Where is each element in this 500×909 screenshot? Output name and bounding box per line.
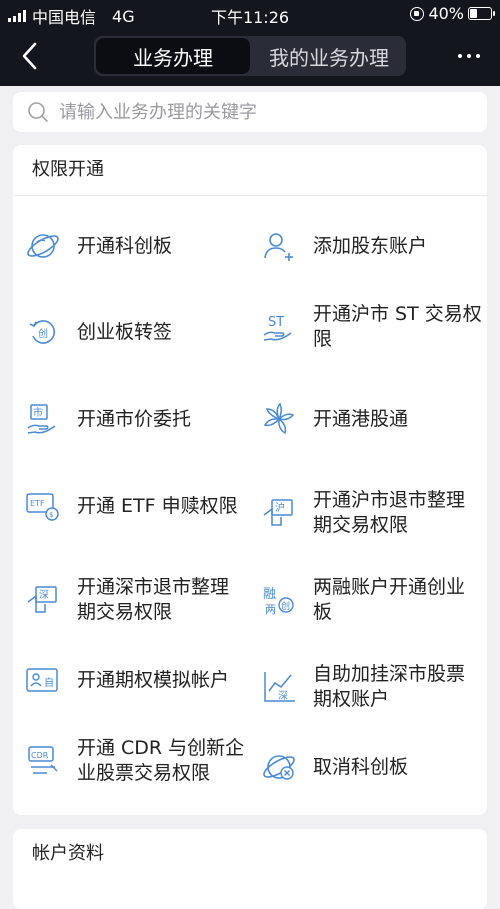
add-user-icon [264, 233, 293, 261]
item-sz-option-account[interactable]: 深 自助加挂深市股票期权账户 [261, 662, 483, 712]
svg-text:两: 两 [265, 603, 276, 616]
search-input[interactable] [57, 100, 481, 124]
battery-percent: 40% [428, 4, 464, 23]
svg-text:市: 市 [33, 406, 43, 419]
svg-text:ETF: ETF [30, 499, 45, 508]
item-label: 开通 ETF 申赎权限 [77, 494, 238, 517]
search-bar[interactable] [13, 92, 487, 132]
status-bar: 中国电信 4G 下午11:26 40% [0, 0, 500, 28]
renew-icon: 创 [29, 320, 55, 344]
cdr-icon: CDR [28, 746, 58, 774]
item-open-etf[interactable]: ETF $ 开通 ETF 申赎权限 [25, 488, 245, 524]
svg-text:创: 创 [38, 327, 48, 340]
orientation-lock-icon [410, 6, 425, 21]
item-open-market-order[interactable]: 市 开通市价委托 [25, 401, 245, 437]
item-label: 添加股东账户 [313, 234, 428, 257]
item-label: 开通港股通 [313, 407, 409, 430]
planet-cancel-icon [263, 755, 295, 780]
section-title: 帐户资料 [32, 843, 104, 864]
svg-text:融: 融 [263, 587, 276, 602]
item-margin-chinext[interactable]: 融 两 创 两融账户开通创业板 [261, 575, 483, 625]
tab-business[interactable]: 业务办理 [96, 38, 250, 74]
chart-shen-icon: 深 [264, 672, 295, 702]
item-cancel-star-market[interactable]: 取消科创板 [261, 749, 483, 785]
item-label: 开通期权模拟帐户 [77, 668, 230, 691]
item-chinext-resign[interactable]: 创 创业板转签 [25, 314, 245, 350]
bauhinia-icon [263, 402, 295, 435]
item-label: 自助加挂深市股票期权账户 [313, 663, 466, 710]
svg-text:深: 深 [39, 589, 49, 601]
item-open-hk-connect[interactable]: 开通港股通 [261, 401, 483, 437]
item-open-option-sim[interactable]: 自 开通期权模拟帐户 [25, 662, 245, 698]
svg-text:自: 自 [44, 676, 54, 689]
svg-text:创: 创 [281, 600, 290, 612]
tab-my-business[interactable]: 我的业务办理 [252, 36, 406, 76]
svg-text:深: 深 [278, 690, 288, 702]
account-info-card: 帐户资料 [13, 829, 487, 909]
planet-icon [27, 234, 59, 258]
item-open-sh-delist[interactable]: 沪 开通沪市退市整理期交易权限 [261, 488, 483, 538]
item-label: 取消科创板 [313, 755, 409, 778]
item-label: 开通沪市退市整理期交易权限 [313, 489, 466, 536]
permissions-card: 权限开通 开通科创板 添加股东账户 创 创业板转签 ST 开通沪市 ST 交易权… [13, 145, 487, 815]
svg-text:$: $ [49, 511, 53, 519]
top-bar: 中国电信 4G 下午11:26 40% 业务办理 我的业务办理 [0, 0, 500, 86]
item-open-star-market[interactable]: 开通科创板 [25, 228, 245, 264]
market-hand-icon: 市 [27, 404, 56, 434]
svg-text:沪: 沪 [275, 501, 285, 514]
item-label: 创业板转签 [77, 320, 173, 343]
section-title: 权限开通 [13, 145, 487, 196]
id-card-icon: 自 [26, 668, 58, 692]
item-label: 开通科创板 [77, 234, 173, 257]
search-icon [28, 102, 48, 122]
st-hand-icon: ST [263, 315, 292, 341]
battery-icon [468, 7, 495, 20]
more-dots-icon[interactable] [458, 46, 480, 66]
svg-text:ST: ST [268, 315, 284, 330]
item-label: 开通沪市 ST 交易权限 [313, 303, 482, 350]
item-label: 两融账户开通创业板 [313, 576, 466, 623]
hu-board-icon: 沪 [263, 499, 293, 526]
item-label: 开通市价委托 [77, 407, 192, 430]
segment-control: 业务办理 我的业务办理 [94, 36, 406, 76]
item-open-sh-st[interactable]: ST 开通沪市 ST 交易权限 [261, 302, 483, 352]
item-add-shareholder[interactable]: 添加股东账户 [261, 228, 483, 264]
item-open-sz-delist[interactable]: 深 开通深市退市整理期交易权限 [25, 575, 245, 625]
item-open-cdr[interactable]: CDR 开通 CDR 与创新企业股票交易权限 [25, 736, 245, 786]
item-label: 开通深市退市整理期交易权限 [77, 576, 230, 623]
rong-chuang-icon: 融 两 创 [263, 587, 294, 616]
etf-card-icon: ETF $ [26, 493, 59, 521]
shen-board-icon: 深 [27, 586, 57, 613]
item-label: 开通 CDR 与创新企业股票交易权限 [77, 737, 245, 784]
svg-text:CDR: CDR [31, 751, 49, 760]
chevron-left-icon[interactable] [18, 40, 42, 72]
